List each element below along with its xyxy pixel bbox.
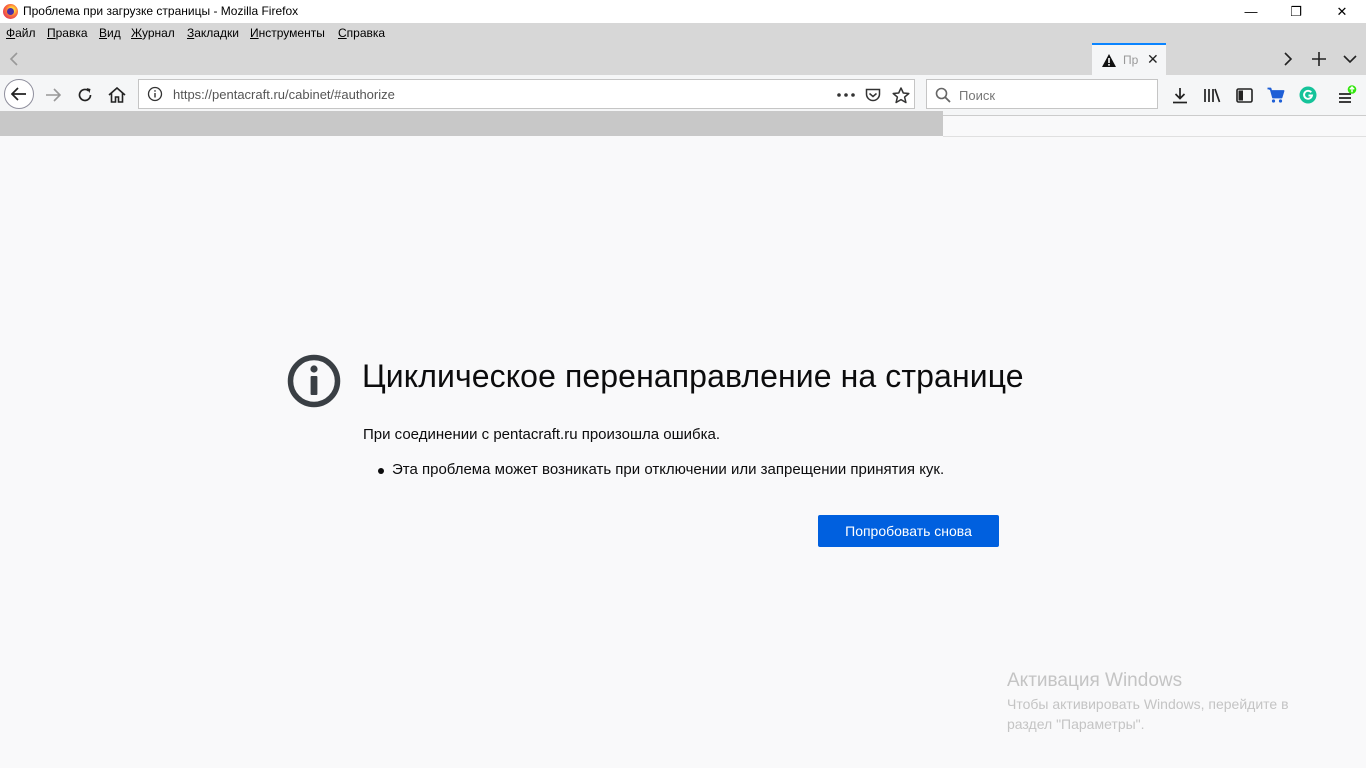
home-icon — [108, 87, 126, 103]
info-circle-icon — [287, 354, 341, 408]
restore-button[interactable]: ❐ — [1273, 0, 1319, 23]
error-hint-item: Эта проблема может возникать при отключе… — [378, 461, 944, 478]
shopping-cart-button[interactable] — [1264, 84, 1288, 106]
app-menu-button[interactable] — [1335, 84, 1359, 106]
error-hints-list: Эта проблема может возникать при отключе… — [378, 461, 944, 478]
grammarly-button[interactable] — [1296, 84, 1320, 106]
hamburger-menu-icon — [1339, 85, 1357, 103]
bookmark-star-button[interactable] — [890, 85, 912, 105]
tab-title: Пр — [1123, 53, 1139, 67]
info-icon[interactable] — [147, 86, 163, 102]
activation-line-1: Чтобы активировать Windows, перейдите в — [1007, 696, 1289, 712]
tab-active[interactable]: Пр ✕ — [1092, 43, 1166, 76]
search-bar[interactable] — [926, 79, 1158, 109]
reload-icon — [78, 88, 92, 102]
back-button[interactable] — [4, 79, 34, 109]
grammarly-icon — [1299, 86, 1317, 104]
forward-button[interactable] — [40, 82, 66, 108]
windows-activation-watermark: Активация Windows Чтобы активировать Win… — [1007, 670, 1289, 734]
page-actions-button[interactable] — [835, 85, 857, 105]
chevron-down-icon — [1343, 55, 1357, 64]
more-dots-icon — [837, 93, 855, 97]
menu-view[interactable]: Вид — [99, 26, 121, 40]
window-title: Проблема при загрузке страницы - Mozilla… — [23, 4, 299, 18]
menu-tools[interactable]: Инструменты — [250, 26, 325, 40]
sidebar-icon — [1235, 87, 1253, 103]
minimize-button[interactable]: — — [1228, 0, 1274, 23]
tab-strip: Пр ✕ — [0, 43, 1366, 76]
menu-bookmarks[interactable]: Закладки — [187, 26, 239, 40]
search-icon — [935, 87, 951, 103]
bookmarks-toolbar — [0, 111, 943, 136]
warning-icon — [1102, 54, 1116, 67]
reload-button[interactable] — [72, 82, 98, 108]
close-window-button[interactable]: ✕ — [1319, 0, 1365, 23]
plus-icon — [1312, 52, 1326, 66]
arrow-right-icon — [46, 88, 61, 102]
pocket-icon — [865, 88, 881, 101]
star-icon — [892, 86, 910, 103]
home-button[interactable] — [104, 82, 130, 108]
activation-line-2: раздел "Параметры". — [1007, 716, 1145, 732]
scroll-tabs-right-icon[interactable] — [1277, 43, 1299, 75]
library-button[interactable] — [1200, 84, 1224, 106]
url-text[interactable]: https://pentacraft.ru/cabinet/#authorize — [173, 87, 395, 102]
download-icon — [1173, 87, 1187, 103]
list-tabs-button[interactable] — [1338, 43, 1362, 75]
menu-edit[interactable]: Правка — [47, 26, 88, 40]
menu-help[interactable]: Справка — [338, 26, 385, 40]
error-description: При соединении с pentacraft.ru произошла… — [363, 426, 720, 443]
downloads-button[interactable] — [1168, 84, 1192, 106]
navigation-bar: https://pentacraft.ru/cabinet/#authorize — [0, 75, 1366, 116]
menu-bar: Файл Правка Вид Журнал Закладки Инструме… — [0, 23, 1366, 43]
url-bar[interactable]: https://pentacraft.ru/cabinet/#authorize — [138, 79, 915, 109]
firefox-logo-icon — [3, 4, 18, 19]
try-again-button[interactable]: Попробовать снова — [818, 515, 999, 547]
pocket-button[interactable] — [862, 85, 884, 105]
search-input[interactable] — [957, 85, 1151, 105]
new-tab-button[interactable] — [1306, 43, 1332, 75]
toolbar-divider — [943, 136, 1366, 137]
scroll-tabs-left-icon[interactable] — [4, 43, 24, 75]
activation-title: Активация Windows — [1007, 670, 1183, 691]
arrow-left-icon — [11, 87, 26, 101]
sidebar-button[interactable] — [1232, 84, 1256, 106]
menu-history[interactable]: Журнал — [131, 26, 175, 40]
window-titlebar: Проблема при загрузке страницы - Mozilla… — [0, 0, 1366, 23]
error-title: Циклическое перенаправление на странице — [362, 358, 1024, 394]
shopping-cart-icon — [1267, 87, 1285, 103]
menu-file[interactable]: Файл — [6, 26, 36, 40]
library-icon — [1204, 88, 1221, 103]
tab-close-button[interactable]: ✕ — [1147, 51, 1159, 68]
